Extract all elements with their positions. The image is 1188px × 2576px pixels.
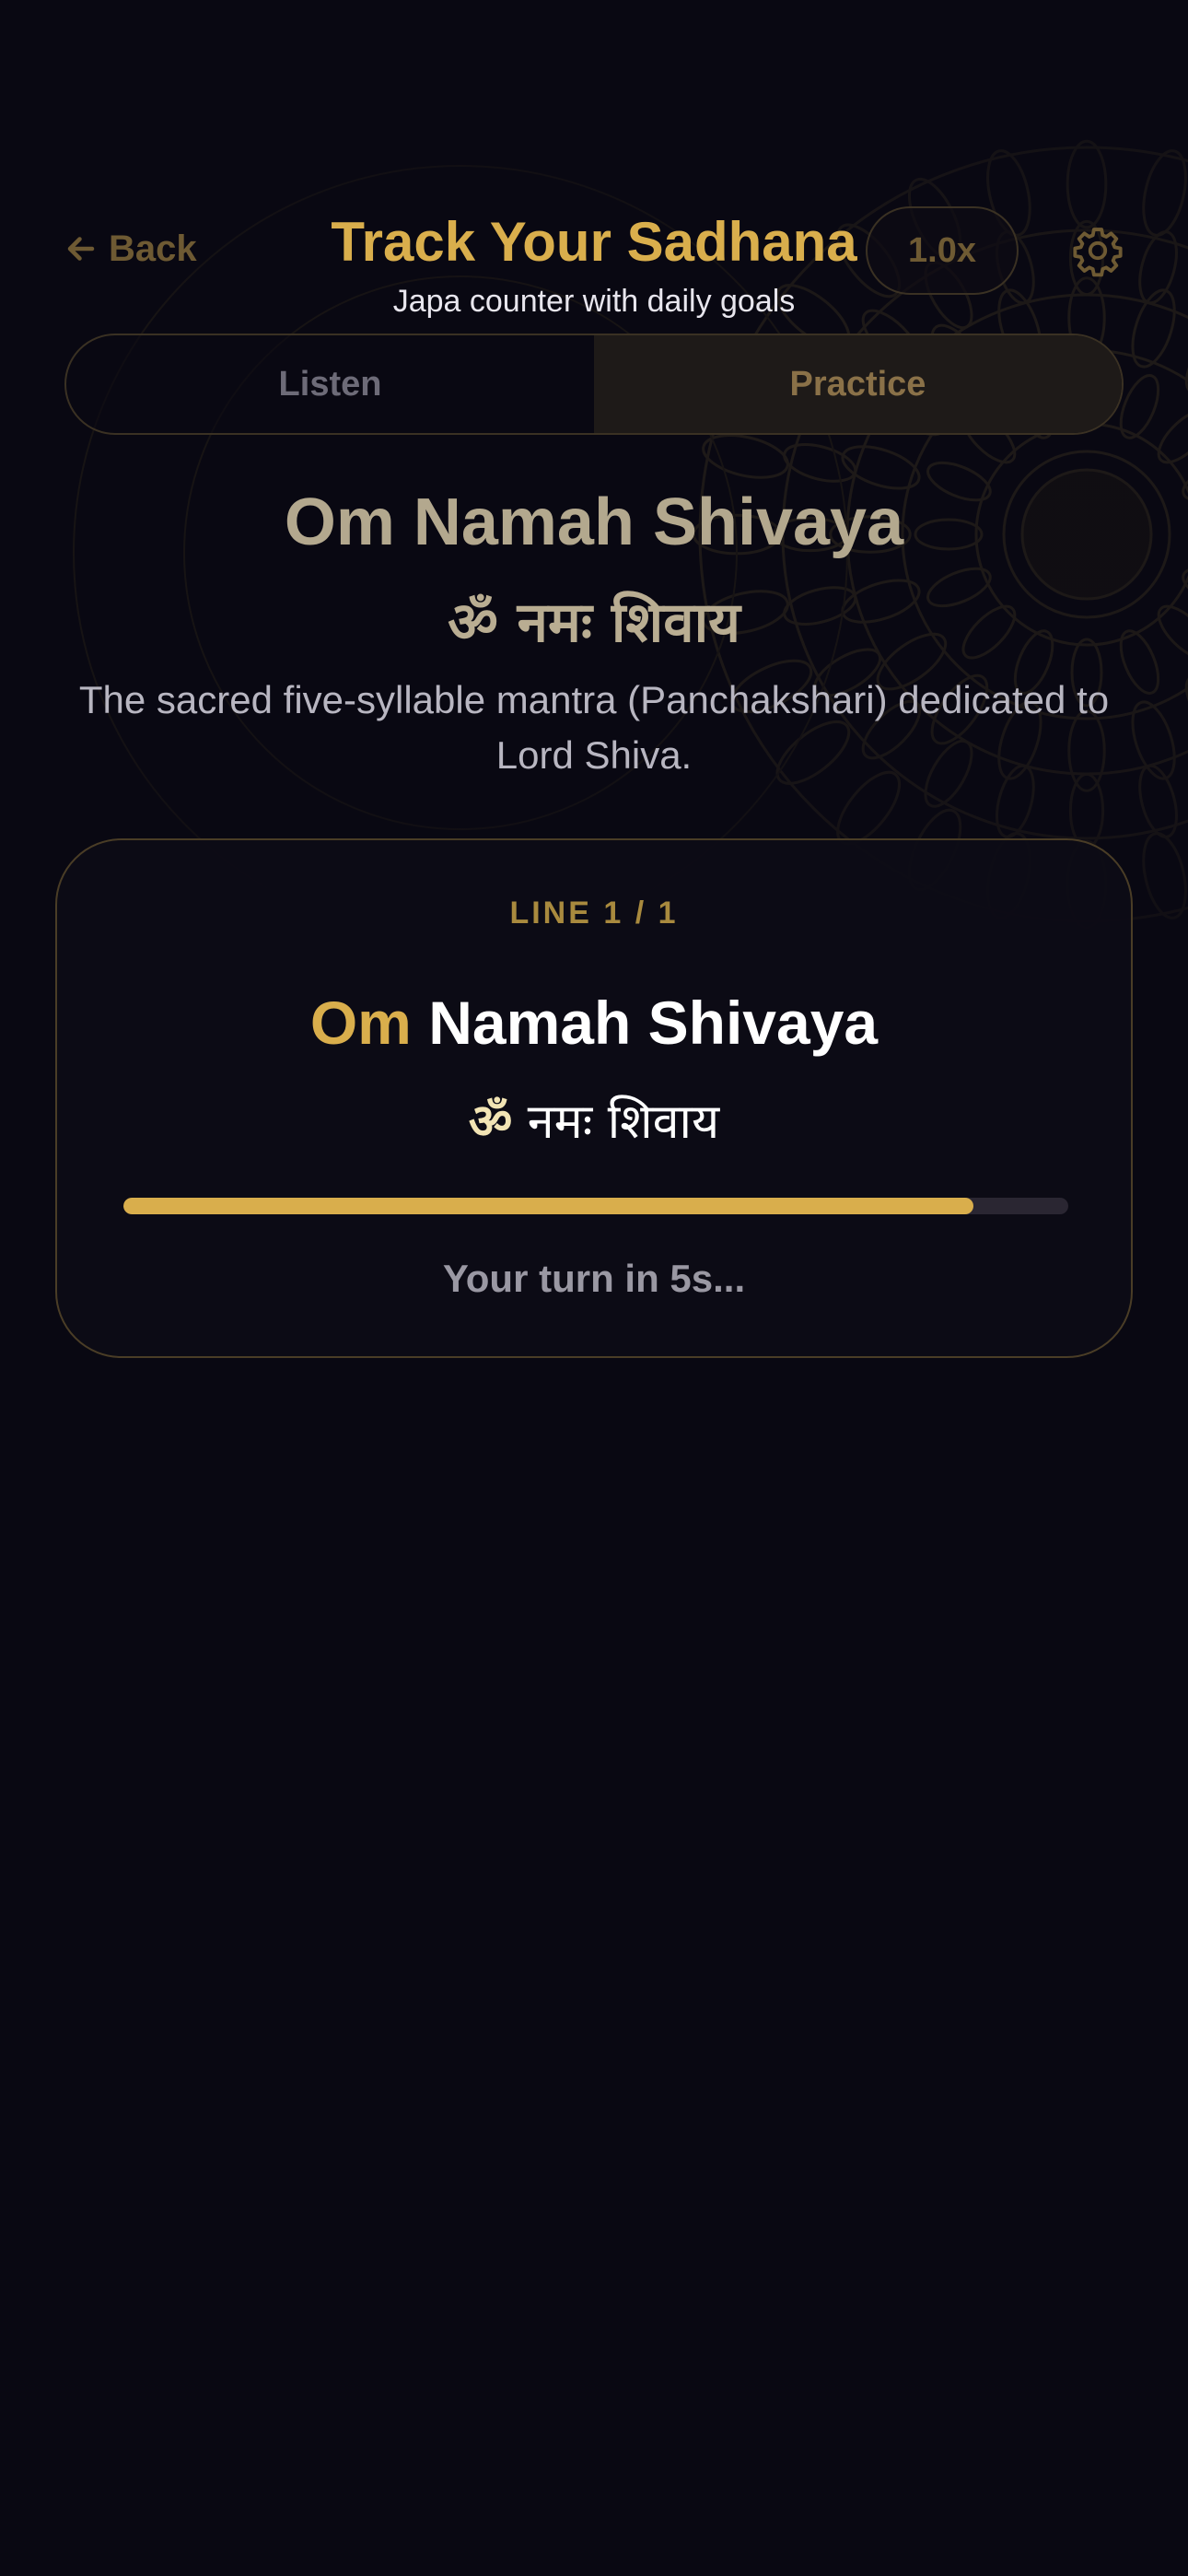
mandala-petal [783,443,857,483]
tab-listen-label: Listen [278,364,382,404]
line-highlight-word: Om [309,989,412,1057]
line-counter: LINE 1 / 1 [509,896,679,931]
settings-button[interactable] [1068,221,1127,280]
practice-screen: Back Track Your Sadhana Japa counter wit… [0,0,1188,2576]
mandala-petal [1068,772,1105,849]
line-devanagari: ॐ नमः शिवाय [57,1087,1131,1153]
practice-card: LINE 1 / 1 Om Namah Shivaya ॐ नमः शिवाय … [55,838,1133,1358]
mantra-name: Om Namah Shivaya [284,486,904,559]
devanagari-remaining-text: नमः शिवाय [527,1095,720,1150]
mandala-petal [1131,700,1176,780]
gear-icon [1073,228,1123,277]
page-subtitle: Japa counter with daily goals [392,284,796,319]
line-remaining-text: Namah Shivaya [428,989,879,1057]
tab-listen[interactable]: Listen [66,335,594,433]
mandala-petal [1157,409,1188,464]
mandala-petal [1138,764,1178,838]
countdown-progress-fill [123,1198,974,1214]
countdown-text: Your turn in 5s... [442,1257,746,1300]
mantra-description: The sacred five-syllable mantra (Panchak… [78,678,1110,777]
mandala-petal [702,434,789,479]
line-text: Om Namah Shivaya [57,988,1131,1058]
mandala-petal [1184,323,1188,395]
mantra-devanagari: ॐ नमः शिवाय [448,591,740,655]
mode-tabs: Listen Practice [64,334,1124,435]
devanagari-highlight-word: ॐ [468,1095,513,1150]
tab-practice-label: Practice [789,364,926,404]
mandala-petal [1184,673,1188,745]
tab-practice[interactable]: Practice [594,335,1122,433]
speed-label: 1.0x [908,230,976,270]
mandala-petal [1142,832,1187,919]
speed-button[interactable]: 1.0x [866,206,1019,295]
countdown-progress-bar [123,1198,1068,1214]
